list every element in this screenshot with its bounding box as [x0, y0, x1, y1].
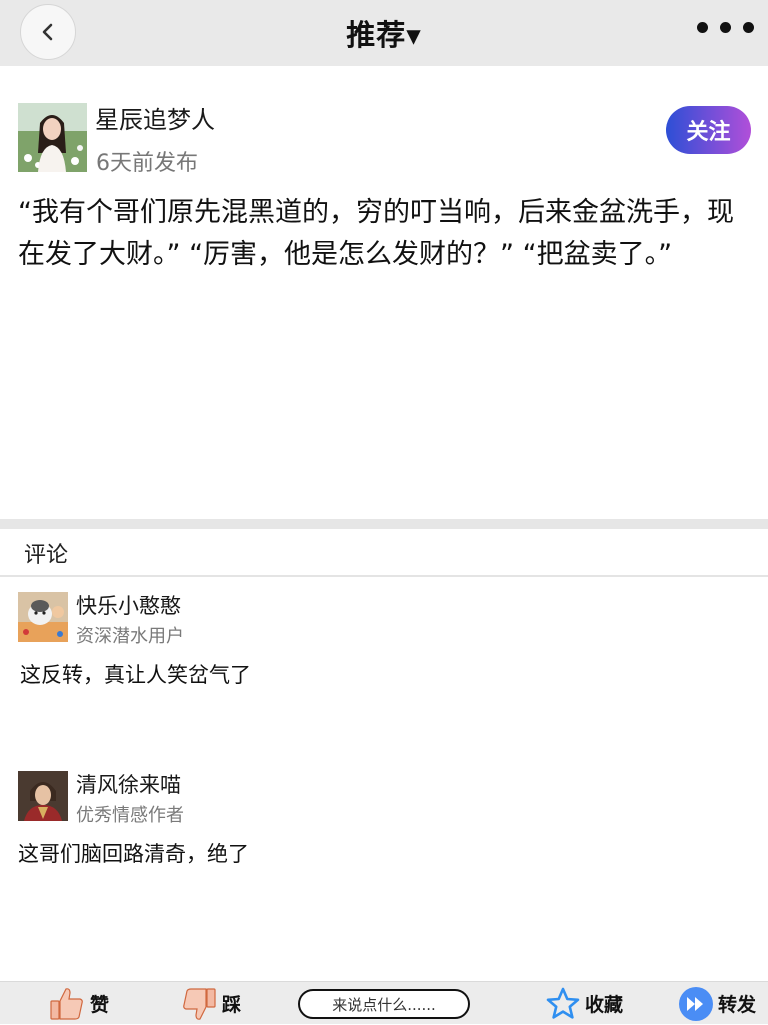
- page-title[interactable]: 推荐▾: [0, 12, 768, 54]
- comment-author-title: 资深潜水用户: [76, 626, 184, 647]
- comment-text: 这哥们脑回路清奇，绝了: [18, 842, 249, 866]
- top-bar: 推荐▾: [0, 0, 768, 66]
- section-divider: [0, 519, 768, 529]
- more-dots-icon[interactable]: [697, 22, 754, 33]
- favorite-button[interactable]: 收藏: [545, 982, 623, 1025]
- comments-divider: [0, 575, 768, 577]
- dislike-label: 踩: [222, 994, 242, 1016]
- share-forward-icon: [679, 986, 713, 1021]
- comment-author-name[interactable]: 清风徐来喵: [76, 769, 181, 799]
- comments-heading: 评论: [24, 543, 69, 568]
- star-icon: [546, 987, 580, 1019]
- comment-avatar[interactable]: [18, 771, 68, 821]
- thumbs-up-icon: [50, 987, 83, 1020]
- author-name[interactable]: 星辰追梦人: [95, 100, 215, 135]
- author-avatar[interactable]: [18, 103, 87, 172]
- like-label: 赞: [90, 994, 110, 1016]
- bottom-action-bar: 赞 踩 来说点什么...... 收藏 转发: [0, 981, 768, 1024]
- share-label: 转发: [718, 994, 757, 1016]
- comment-text: 这反转，真让人笑岔气了: [20, 663, 251, 687]
- post-time: 6天前发布: [96, 151, 198, 176]
- thumbs-down-icon: [183, 987, 216, 1020]
- comment-avatar[interactable]: [18, 592, 68, 642]
- like-button[interactable]: 赞: [48, 982, 109, 1025]
- follow-button[interactable]: 关注: [666, 106, 751, 154]
- favorite-label: 收藏: [585, 994, 624, 1016]
- comment-author-name[interactable]: 快乐小憨憨: [76, 590, 181, 620]
- post-content: “我有个哥们原先混黑道的，穷的叮当响，后来金盆洗手，现在发了大财。” “厉害，他…: [18, 197, 734, 270]
- share-button[interactable]: 转发: [678, 982, 756, 1025]
- comment-input[interactable]: 来说点什么......: [298, 989, 470, 1019]
- dislike-button[interactable]: 踩: [180, 982, 241, 1025]
- comment-author-title: 优秀情感作者: [76, 805, 184, 826]
